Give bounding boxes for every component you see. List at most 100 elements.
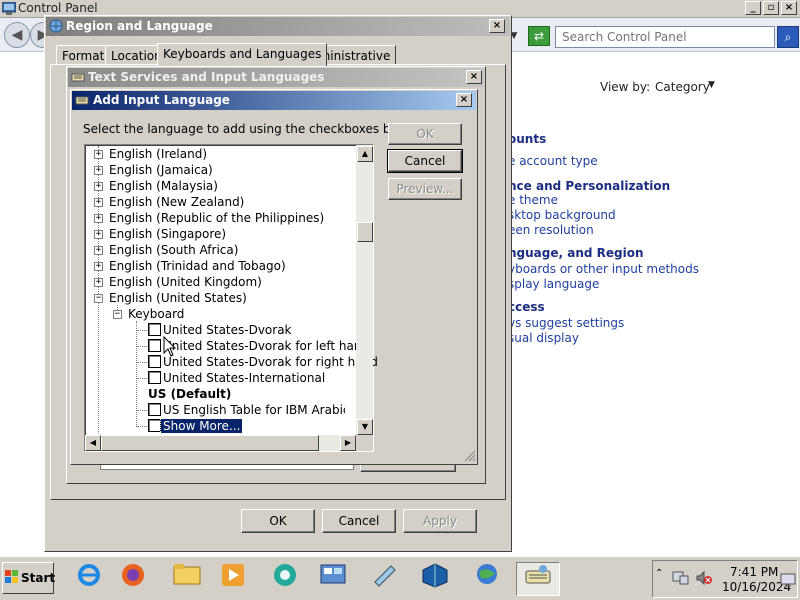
default-keyboard-label: US (Default) xyxy=(148,387,232,401)
tree-item-language[interactable]: English (Ireland) xyxy=(109,146,207,162)
scroll-left-button[interactable]: ◀ xyxy=(85,435,101,451)
keyboard-label[interactable]: United States-Dvorak for right hand xyxy=(163,354,378,370)
scroll-down-button[interactable]: ▼ xyxy=(357,419,373,435)
category-link[interactable]: sktop background xyxy=(508,208,616,222)
close-button[interactable]: × xyxy=(489,19,505,33)
keyboard-label[interactable]: United States-Dvorak for left hand xyxy=(163,338,369,354)
close-button[interactable]: × xyxy=(456,93,472,107)
category-link[interactable]: e theme xyxy=(508,193,558,207)
chevron-down-icon[interactable]: ▼ xyxy=(708,80,715,90)
vertical-scrollbar[interactable] xyxy=(356,145,373,435)
expand-icon[interactable]: + xyxy=(94,230,103,239)
category-link[interactable]: yboards or other input methods xyxy=(508,262,699,276)
keyboard-checkbox[interactable] xyxy=(148,371,161,384)
cancel-button[interactable]: Cancel xyxy=(387,149,463,173)
back-button[interactable]: ◀ xyxy=(4,22,30,48)
tree-item-language[interactable]: English (South Africa) xyxy=(109,242,238,258)
expand-icon[interactable]: + xyxy=(94,278,103,287)
messenger-icon[interactable] xyxy=(266,562,304,596)
expand-icon[interactable]: + xyxy=(94,214,103,223)
keyboard-label[interactable]: US English Table for IBM Arabic 238_L xyxy=(163,402,345,418)
collapse-icon[interactable]: − xyxy=(94,294,103,303)
expand-icon[interactable]: + xyxy=(94,198,103,207)
scroll-up-button[interactable]: ▲ xyxy=(357,146,373,162)
expand-icon[interactable]: + xyxy=(94,246,103,255)
view-by-label: View by: xyxy=(600,80,651,94)
show-more-item[interactable]: Show More... xyxy=(159,418,244,434)
category-heading-region[interactable]: nguage, and Region xyxy=(508,246,644,260)
tree-guide-line xyxy=(137,426,147,427)
tree-item-language[interactable]: English (Singapore) xyxy=(109,226,226,242)
preview-button[interactable]: Preview... xyxy=(388,178,462,200)
action-center-icon[interactable] xyxy=(780,572,796,588)
category-link[interactable]: een resolution xyxy=(508,223,594,237)
category-link[interactable]: e account type xyxy=(508,154,598,168)
tree-item-language[interactable]: English (United States) xyxy=(109,290,247,306)
expand-icon[interactable]: + xyxy=(94,166,103,175)
minimize-button[interactable]: _ xyxy=(745,1,761,15)
tab-keyboards-and-languages[interactable]: Keyboards and Languages xyxy=(157,43,328,66)
resize-grip-icon[interactable] xyxy=(462,448,476,462)
restore-button[interactable]: ▫ xyxy=(763,1,779,15)
keyboard-icon xyxy=(75,96,89,105)
network-globe-icon[interactable] xyxy=(468,562,506,596)
tree-item-language[interactable]: English (Malaysia) xyxy=(109,178,218,194)
tree-item-keyboard-group[interactable]: Keyboard xyxy=(128,306,184,322)
internet-explorer-icon[interactable] xyxy=(70,562,108,596)
scroll-thumb-horizontal[interactable] xyxy=(101,435,319,451)
volume-muted-icon[interactable] xyxy=(695,570,713,586)
search-input[interactable] xyxy=(555,26,775,48)
keyboard-label[interactable]: United States-International xyxy=(163,370,325,386)
show-more-checkbox[interactable] xyxy=(148,419,161,432)
keyboard-language-icon[interactable] xyxy=(516,562,560,596)
close-button[interactable]: × xyxy=(781,1,797,15)
clock-time[interactable]: 7:41 PM xyxy=(730,565,778,579)
keyboard-icon xyxy=(71,73,85,82)
ok-button[interactable]: OK xyxy=(241,509,315,533)
keyboard-label[interactable]: United States-Dvorak xyxy=(163,322,292,338)
network-status-icon[interactable] xyxy=(672,570,690,586)
folder-icon[interactable] xyxy=(168,562,206,596)
mouse-pointer-icon xyxy=(163,336,177,357)
keyboard-checkbox[interactable] xyxy=(148,339,161,352)
collapse-icon[interactable]: − xyxy=(113,310,122,319)
start-label: Start xyxy=(21,571,56,585)
category-link[interactable]: vs suggest settings xyxy=(508,316,624,330)
show-hidden-icons-icon[interactable]: ⌃ xyxy=(655,568,663,579)
expand-icon[interactable]: + xyxy=(94,262,103,271)
scroll-right-button[interactable]: ▶ xyxy=(340,435,356,451)
search-icon[interactable]: ⌕ xyxy=(777,26,799,48)
keyboard-checkbox[interactable] xyxy=(148,403,161,416)
category-link[interactable]: sual display xyxy=(508,331,579,345)
cancel-button[interactable]: Cancel xyxy=(322,509,396,533)
tree-item-language[interactable]: English (United Kingdom) xyxy=(109,274,262,290)
close-button[interactable]: × xyxy=(466,70,482,84)
tree-item-language[interactable]: English (New Zealand) xyxy=(109,194,244,210)
firefox-icon[interactable] xyxy=(114,562,152,596)
category-link[interactable]: splay language xyxy=(508,277,599,291)
keyboard-checkbox[interactable] xyxy=(148,355,161,368)
notepad-icon[interactable] xyxy=(366,562,404,596)
media-player-icon[interactable] xyxy=(214,562,252,596)
category-heading-ease-of-access[interactable]: ccess xyxy=(508,300,545,314)
category-heading-accounts[interactable]: ounts xyxy=(508,132,546,146)
expand-icon[interactable]: + xyxy=(94,182,103,191)
ok-button[interactable]: OK xyxy=(388,123,462,145)
apply-button[interactable]: Apply xyxy=(403,509,477,533)
tree-guide-line xyxy=(137,410,147,411)
refresh-button[interactable]: ⇄ xyxy=(528,26,550,46)
keyboard-checkbox[interactable] xyxy=(148,323,161,336)
scroll-thumb[interactable] xyxy=(357,222,373,242)
control-panel-icon[interactable] xyxy=(314,562,352,596)
virtualbox-icon[interactable] xyxy=(416,562,454,596)
tree-item-language[interactable]: English (Republic of the Philippines) xyxy=(109,210,324,226)
tree-guide-line xyxy=(137,378,147,379)
expand-icon[interactable]: + xyxy=(94,150,103,159)
tree-item-language[interactable]: English (Trinidad and Tobago) xyxy=(109,258,286,274)
category-heading-appearance[interactable]: nce and Personalization xyxy=(508,179,670,193)
view-by-dropdown[interactable]: Category xyxy=(655,80,710,94)
globe-icon xyxy=(49,19,63,33)
show-more-label[interactable]: Show More... xyxy=(159,418,244,434)
tree-guide-line xyxy=(137,362,147,363)
tree-item-language[interactable]: English (Jamaica) xyxy=(109,162,213,178)
